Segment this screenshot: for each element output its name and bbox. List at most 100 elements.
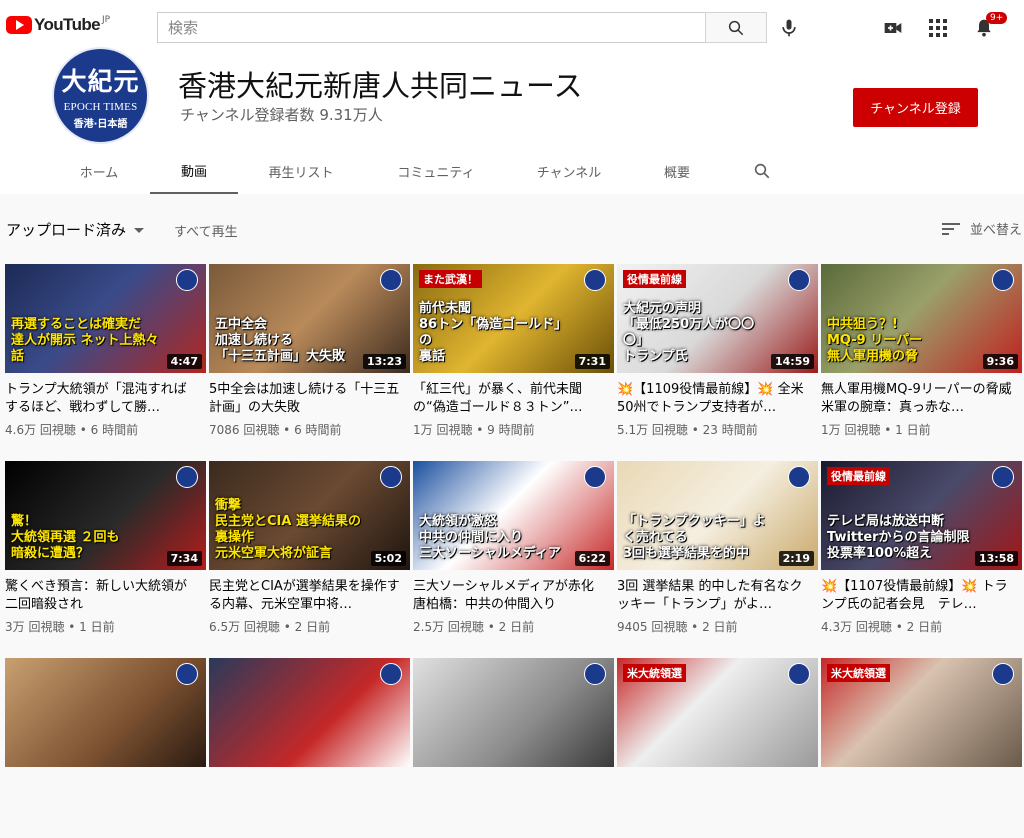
channel-watermark-icon — [380, 466, 402, 488]
thumbnail-tag: 役情最前線 — [827, 467, 890, 485]
video-title[interactable]: 驚くべき預言：新しい大統領が二回暗殺され — [5, 578, 197, 614]
tab-about[interactable]: 概要 — [650, 148, 704, 194]
video-thumbnail[interactable]: 米大統領選 — [617, 658, 818, 767]
subscribe-button[interactable]: チャンネル登録 — [853, 88, 978, 127]
tab-home[interactable]: ホーム — [64, 148, 134, 194]
video-title[interactable]: 民主党とCIAが選挙結果を操作する内幕、元米空軍中将… — [209, 578, 401, 614]
channel-watermark-icon — [992, 466, 1014, 488]
video-card[interactable]: 役情最前線 大紀元の声明 「最低250万人が〇〇〇」 トランプ氏 14:59 💥【11… — [617, 264, 818, 444]
thumbnail-caption: 五中全会 加速し続ける 「十三五計画」大失敗 — [215, 317, 346, 364]
video-duration: 13:23 — [362, 354, 406, 369]
sort-icon — [942, 222, 960, 235]
view-count: 1万 回視聴 — [413, 423, 473, 437]
video-thumbnail[interactable] — [413, 658, 614, 767]
view-count: 3万 回視聴 — [5, 620, 65, 634]
video-card[interactable]: 役情最前線 テレビ局は放送中断 Twitterからの言論制限 投票率100%超え 1… — [821, 461, 1022, 641]
create-video-button[interactable] — [881, 16, 905, 40]
channel-watermark-icon — [788, 269, 810, 291]
search-button[interactable] — [705, 12, 767, 43]
thumbnail-tag: 米大統領選 — [827, 664, 890, 682]
video-metadata: 7086 回視聴 • 6 時間前 — [209, 421, 342, 438]
view-count: 5.1万 回視聴 — [617, 423, 688, 437]
video-thumbnail[interactable]: 「トランプクッキー」よく売れてる 3回も選挙結果を的中 2:19 — [617, 461, 818, 570]
upload-age: 2 日前 — [702, 620, 738, 634]
video-card[interactable]: 米大統領選 — [821, 658, 1022, 838]
video-camera-plus-icon — [884, 23, 902, 33]
avatar-text-main: 大紀元 — [61, 66, 140, 96]
sort-by-label: 並べ替え — [970, 223, 1023, 238]
video-metadata: 9405 回視聴 • 2 日前 — [617, 618, 738, 635]
view-count: 4.3万 回視聴 — [821, 620, 892, 634]
video-title[interactable]: トランプ大統領が「混沌すればするほど、戦わずして勝… — [5, 381, 197, 417]
tab-community[interactable]: コミュニティ — [384, 148, 488, 194]
logo-country-code: JP — [102, 15, 111, 25]
video-card[interactable]: 米大統領選 — [617, 658, 818, 838]
upload-age: 6 時間前 — [294, 423, 342, 437]
tab-search[interactable] — [740, 148, 784, 194]
video-duration: 2:19 — [778, 551, 814, 566]
video-thumbnail[interactable]: 衝撃 民主党とCIA 選挙結果の裏操作 元米空軍大将が証言 5:02 — [209, 461, 410, 570]
video-card[interactable]: 「トランプクッキー」よく売れてる 3回も選挙結果を的中 2:19 3回 選挙結果 的… — [617, 461, 818, 641]
video-thumbnail[interactable]: 再選することは確実だ 達人が開示 ネット上熱々話 4:47 — [5, 264, 206, 373]
channel-watermark-icon — [380, 269, 402, 291]
channel-avatar[interactable]: 大紀元 EPOCH TIMES 香港·日本語 — [52, 47, 149, 144]
view-count: 9405 回視聴 — [617, 620, 688, 634]
video-title[interactable]: 💥【1107役情最前線】💥 トランプ氏の記者会見 テレ… — [821, 578, 1013, 614]
video-title[interactable]: 💥【1109役情最前線】💥 全米50州でトランプ支持者が… — [617, 381, 809, 417]
apps-button[interactable] — [926, 16, 950, 40]
search-input[interactable] — [157, 12, 705, 43]
voice-search-button[interactable] — [777, 16, 801, 40]
channel-watermark-icon — [584, 663, 606, 685]
channel-watermark-icon — [176, 663, 198, 685]
video-duration: 9:36 — [982, 354, 1018, 369]
video-title[interactable]: 三大ソーシャルメディアが赤化 唐柏橋：中共の仲間入り — [413, 578, 605, 614]
meta-separator: • — [687, 423, 703, 437]
video-thumbnail[interactable]: 五中全会 加速し続ける 「十三五計画」大失敗 13:23 — [209, 264, 410, 373]
video-card[interactable]: 驚！ 大統領再選 ２回も 暗殺に遭遇？ 7:34 驚くべき預言：新しい大統領が二回暗… — [5, 461, 206, 641]
video-card[interactable]: 再選することは確実だ 達人が開示 ネット上熱々話 4:47 トランプ大統領が「混沌す… — [5, 264, 206, 444]
avatar-text-sub: 香港·日本語 — [73, 118, 128, 130]
video-card[interactable]: また武漢！ 前代未聞 86トン「偽造ゴールド」の 裏話 7:31 「紅三代」が暴く、前… — [413, 264, 614, 444]
video-card[interactable]: 五中全会 加速し続ける 「十三五計画」大失敗 13:23 5中全会は加速し続ける「十… — [209, 264, 410, 444]
logo-text: YouTube — [34, 15, 101, 34]
tab-videos[interactable]: 動画 — [150, 148, 238, 194]
video-thumbnail[interactable]: 米大統領選 — [821, 658, 1022, 767]
video-thumbnail[interactable]: また武漢！ 前代未聞 86トン「偽造ゴールド」の 裏話 7:31 — [413, 264, 614, 373]
caret-down-icon — [134, 227, 145, 233]
tab-playlists[interactable]: 再生リスト — [254, 148, 348, 194]
video-metadata: 1万 回視聴 • 9 時間前 — [413, 421, 535, 438]
search-icon — [728, 20, 744, 35]
video-card[interactable]: 大統領が激怒 中共の仲間に入り 三大ソーシャルメディア 6:22 三大ソーシャルメデ… — [413, 461, 614, 641]
video-card[interactable]: 衝撃 民主党とCIA 選挙結果の裏操作 元米空軍大将が証言 5:02 民主党とCIA… — [209, 461, 410, 641]
uploads-dropdown[interactable]: アップロード済み — [6, 219, 146, 240]
youtube-logo[interactable]: YouTube JP — [6, 15, 110, 35]
video-thumbnail[interactable] — [5, 658, 206, 767]
video-thumbnail[interactable]: 大統領が激怒 中共の仲間に入り 三大ソーシャルメディア 6:22 — [413, 461, 614, 570]
video-card[interactable] — [413, 658, 614, 838]
tab-channels[interactable]: チャンネル — [524, 148, 614, 194]
play-all-link[interactable]: すべて再生 — [174, 221, 238, 240]
channel-watermark-icon — [788, 663, 810, 685]
video-card[interactable]: 中共狙う？! MQ-9 リーパー 無人軍用機の脅 9:36 無人軍用機MQ-9リーパ… — [821, 264, 1022, 444]
video-thumbnail[interactable]: 驚！ 大統領再選 ２回も 暗殺に遭遇？ 7:34 — [5, 461, 206, 570]
meta-separator: • — [880, 423, 896, 437]
video-thumbnail[interactable] — [209, 658, 410, 767]
video-title[interactable]: 5中全会は加速し続ける「十三五計画」の大失敗 — [209, 381, 401, 417]
channel-tabs: ホーム 動画 再生リスト コミュニティ チャンネル 概要 — [0, 148, 1024, 194]
video-title[interactable]: 無人軍用機MQ-9リーパーの脅威米軍の腕章：真っ赤な… — [821, 381, 1013, 417]
video-title[interactable]: 3回 選挙結果 的中した有名なクッキー「トランプ」がよ… — [617, 578, 809, 614]
video-title[interactable]: 「紅三代」が暴く、前代未聞の“偽造ゴールド８３トン”… — [413, 381, 605, 417]
video-card[interactable] — [5, 658, 206, 838]
channel-watermark-icon — [584, 466, 606, 488]
video-thumbnail[interactable]: 中共狙う？! MQ-9 リーパー 無人軍用機の脅 9:36 — [821, 264, 1022, 373]
videos-toolbar: アップロード済み すべて再生 並べ替え — [0, 210, 1024, 246]
masthead: YouTube JP 9+ — [0, 0, 1024, 56]
sort-by-button[interactable]: 並べ替え — [942, 219, 1022, 238]
thumbnail-caption: 大紀元の声明 「最低250万人が〇〇〇」 トランプ氏 — [623, 301, 755, 364]
meta-separator: • — [64, 620, 80, 634]
apps-grid-icon — [929, 19, 947, 37]
meta-separator: • — [891, 620, 907, 634]
video-thumbnail[interactable]: 役情最前線 大紀元の声明 「最低250万人が〇〇〇」 トランプ氏 14:59 — [617, 264, 818, 373]
video-thumbnail[interactable]: 役情最前線 テレビ局は放送中断 Twitterからの言論制限 投票率100%超え 1… — [821, 461, 1022, 570]
video-card[interactable] — [209, 658, 410, 838]
